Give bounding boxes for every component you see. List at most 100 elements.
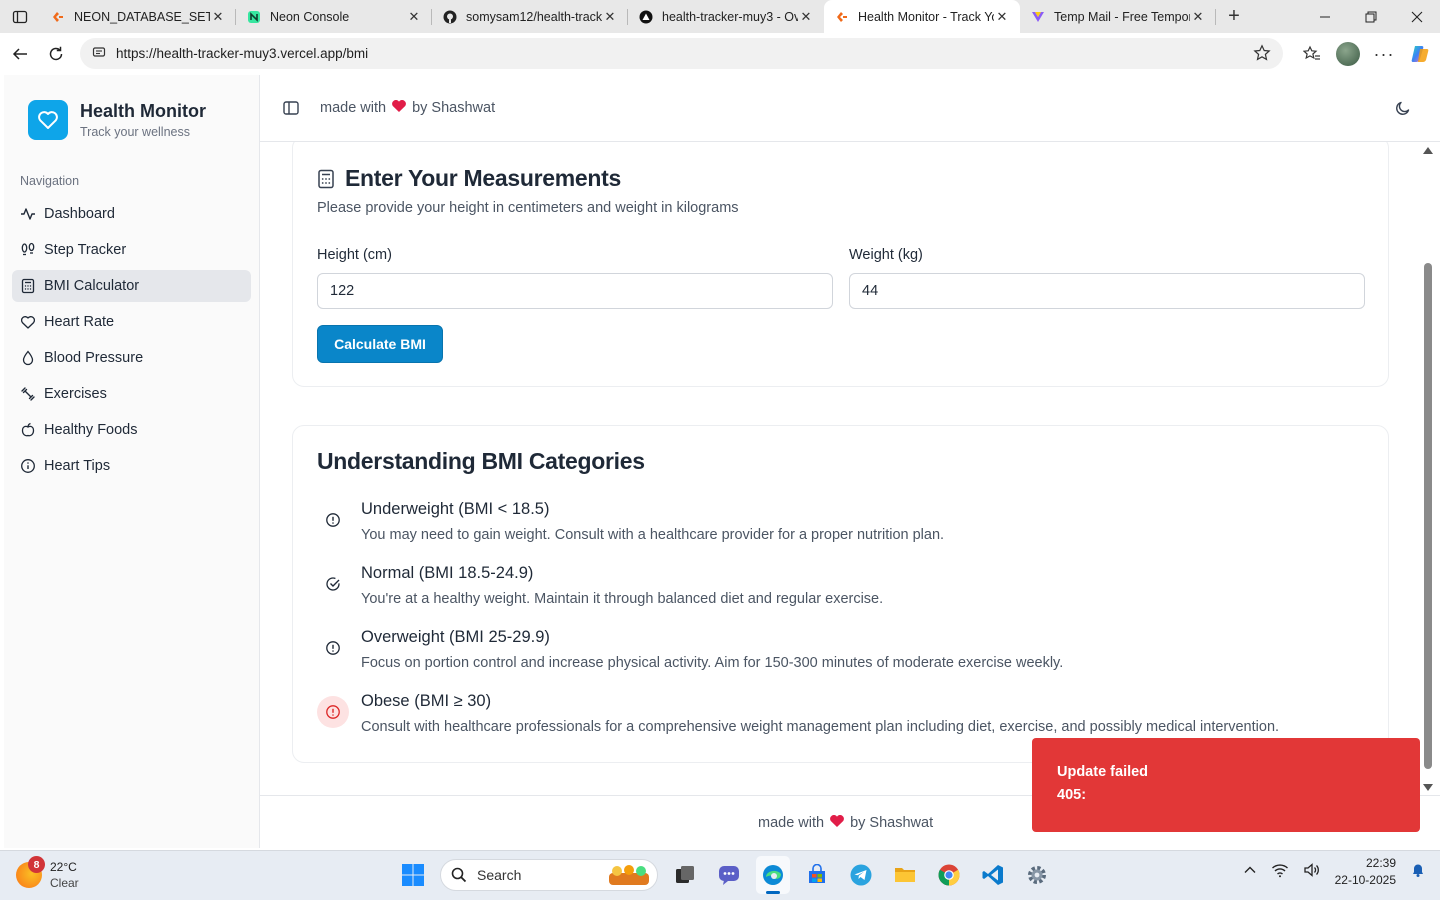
gear-icon	[1028, 866, 1046, 884]
alert-circle-icon	[317, 696, 349, 728]
sidebar-item-exercises[interactable]: Exercises	[12, 378, 251, 410]
weather-widget[interactable]: 8 22°C Clear	[16, 856, 79, 891]
height-input[interactable]: 122	[317, 273, 833, 309]
notification-bell-icon[interactable]	[1410, 862, 1426, 883]
height-label: Height (cm)	[317, 247, 392, 263]
browser-tab-strip: NEON_DATABASE_SETUP ✕ Neon Console ✕ som…	[0, 0, 1440, 33]
copilot-button[interactable]	[1406, 36, 1434, 72]
app-window: Health Monitor Track your wellness Navig…	[0, 75, 1440, 850]
browser-tab[interactable]: Neon Console ✕	[236, 0, 432, 33]
clock-time: 22:39	[1365, 856, 1396, 870]
weight-input[interactable]: 44	[849, 273, 1365, 309]
clock-date: 22-10-2025	[1334, 873, 1396, 887]
category-description: Focus on portion control and increase ph…	[361, 655, 1064, 671]
error-toast[interactable]: Update failed 405:	[1032, 738, 1420, 832]
sidebar-nav: Dashboard Step Tracker BMI Calculator He…	[12, 198, 251, 486]
close-tab-icon[interactable]: ✕	[798, 9, 814, 25]
refresh-button[interactable]	[38, 36, 74, 72]
chevron-up-icon[interactable]	[1243, 863, 1257, 882]
sidebar-item-label: Exercises	[44, 386, 107, 402]
dark-mode-toggle-icon[interactable]	[1394, 99, 1412, 122]
taskbar-search[interactable]: Search	[440, 859, 658, 891]
back-button[interactable]	[2, 36, 38, 72]
close-tab-icon[interactable]: ✕	[210, 9, 226, 25]
browser-tab[interactable]: health-tracker-muy3 - Ov ✕	[628, 0, 824, 33]
document-icon	[50, 9, 66, 25]
brand[interactable]: Health Monitor Track your wellness	[28, 100, 206, 140]
sidebar-item-label: Dashboard	[44, 206, 115, 222]
sidebar-item-blood-pressure[interactable]: Blood Pressure	[12, 342, 251, 374]
teams-chat-button[interactable]	[712, 856, 746, 894]
measurements-title: Enter Your Measurements	[317, 165, 621, 192]
footprints-icon	[20, 242, 36, 258]
close-tab-icon[interactable]: ✕	[1190, 9, 1206, 25]
sidebar-item-label: Step Tracker	[44, 242, 127, 258]
sidebar-item-bmi-calculator[interactable]: BMI Calculator	[12, 270, 251, 302]
store-button[interactable]	[800, 856, 834, 894]
more-menu-button[interactable]: ···	[1370, 36, 1398, 72]
edge-browser-button[interactable]	[756, 856, 790, 894]
category-description: You may need to gain weight. Consult wit…	[361, 527, 945, 543]
system-tray: 22:39 22-10-2025	[1243, 855, 1426, 889]
neon-icon	[246, 9, 262, 25]
minimize-button[interactable]	[1302, 0, 1348, 33]
sidebar-item-label: Heart Tips	[44, 458, 111, 474]
start-button[interactable]	[396, 856, 430, 894]
chat-icon	[719, 866, 739, 885]
browser-tab[interactable]: somysam12/health-track ✕	[432, 0, 628, 33]
browser-tab-active[interactable]: Health Monitor - Track Yo ✕	[824, 0, 1020, 33]
copilot-icon	[1411, 46, 1429, 62]
sidebar-item-step-tracker[interactable]: Step Tracker	[12, 234, 251, 266]
profile-button[interactable]	[1334, 36, 1362, 72]
telegram-button[interactable]	[844, 856, 878, 894]
droplet-icon	[20, 350, 36, 366]
sidebar-toggle-icon[interactable]	[282, 99, 300, 117]
settings-button[interactable]	[1020, 856, 1054, 894]
calculator-icon	[20, 278, 36, 294]
chrome-icon	[938, 864, 960, 886]
scroll-thumb[interactable]	[1424, 263, 1432, 769]
sidebar-item-label: Heart Rate	[44, 314, 115, 330]
site-info-icon[interactable]	[92, 45, 106, 62]
close-tab-icon[interactable]: ✕	[994, 9, 1010, 25]
file-explorer-button[interactable]	[888, 856, 922, 894]
close-window-button[interactable]	[1394, 0, 1440, 33]
heart-emoji-icon	[391, 99, 407, 117]
wifi-icon[interactable]	[1271, 862, 1289, 883]
vscode-icon	[982, 865, 1003, 885]
close-tab-icon[interactable]: ✕	[602, 9, 618, 25]
scroll-down-icon[interactable]	[1423, 784, 1433, 791]
alert-circle-icon	[317, 504, 349, 536]
weight-label: Weight (kg)	[849, 247, 923, 263]
sidebar-item-label: Blood Pressure	[44, 350, 144, 366]
activity-icon	[20, 206, 36, 222]
document-icon	[834, 9, 850, 25]
restore-button[interactable]	[1348, 0, 1394, 33]
bmi-categories-card: Understanding BMI Categories Underweight…	[292, 425, 1389, 763]
close-tab-icon[interactable]: ✕	[406, 9, 422, 25]
task-view-button[interactable]	[668, 856, 702, 894]
url-field[interactable]: https://health-tracker-muy3.vercel.app/b…	[80, 38, 1283, 69]
calculate-bmi-button[interactable]: Calculate BMI	[317, 325, 443, 363]
scroll-up-icon[interactable]	[1423, 147, 1433, 154]
new-tab-button[interactable]: +	[1216, 0, 1252, 33]
sidebar: Health Monitor Track your wellness Navig…	[4, 75, 260, 848]
favorite-star-icon[interactable]	[1253, 44, 1271, 65]
sidebar-item-healthy-foods[interactable]: Healthy Foods	[12, 414, 251, 446]
favorites-button[interactable]	[1298, 36, 1326, 72]
sidebar-item-heart-tips[interactable]: Heart Tips	[12, 450, 251, 482]
sidebar-item-heart-rate[interactable]: Heart Rate	[12, 306, 251, 338]
heart-icon	[20, 314, 36, 330]
tab-actions-button[interactable]	[0, 0, 40, 33]
sidebar-item-dashboard[interactable]: Dashboard	[12, 198, 251, 230]
browser-tab[interactable]: Temp Mail - Free Tempor ✕	[1020, 0, 1216, 33]
check-circle-icon	[317, 568, 349, 600]
clock[interactable]: 22:39 22-10-2025	[1335, 855, 1396, 889]
vscode-button[interactable]	[976, 856, 1010, 894]
volume-icon[interactable]	[1303, 862, 1321, 883]
chrome-button[interactable]	[932, 856, 966, 894]
folder-icon	[895, 868, 915, 882]
page-scrollbar[interactable]	[1420, 142, 1440, 795]
browser-tab[interactable]: NEON_DATABASE_SETUP ✕	[40, 0, 236, 33]
address-bar-row: https://health-tracker-muy3.vercel.app/b…	[0, 33, 1440, 75]
